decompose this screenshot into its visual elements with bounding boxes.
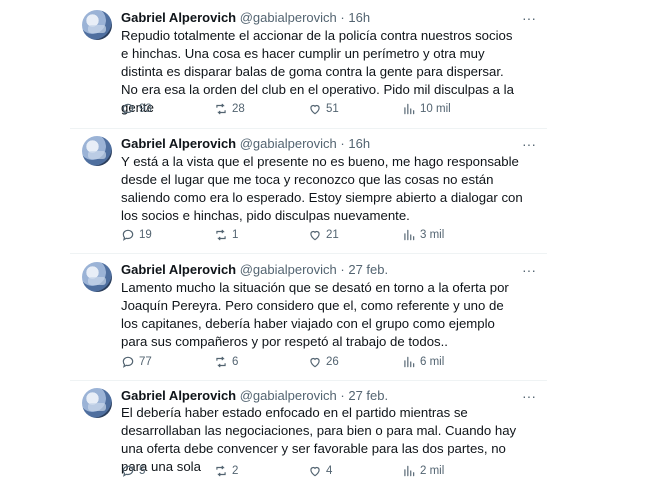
separator-dot: · bbox=[340, 388, 345, 403]
author-name[interactable]: Gabriel Alperovich bbox=[121, 262, 236, 277]
view-count: 10 mil bbox=[420, 103, 451, 115]
view-count: 2 mil bbox=[420, 465, 445, 477]
like-button[interactable]: 21 bbox=[308, 227, 339, 243]
retweet-icon bbox=[214, 102, 228, 116]
tweet-actions: 93 28 51 10 mil bbox=[121, 101, 481, 117]
avatar[interactable] bbox=[82, 388, 112, 418]
timestamp[interactable]: 16h bbox=[348, 10, 370, 25]
retweet-count: 2 bbox=[232, 465, 239, 477]
tweet-text: Y está a la vista que el presente no es … bbox=[121, 154, 523, 223]
retweet-button[interactable]: 1 bbox=[214, 227, 238, 243]
separator-dot: · bbox=[340, 10, 345, 25]
retweet-icon bbox=[214, 355, 228, 369]
tweet[interactable]: Gabriel Alperovich @gabialperovich · 16h… bbox=[70, 0, 547, 129]
reply-count: 93 bbox=[139, 103, 152, 115]
tweet-header: Gabriel Alperovich @gabialperovich · 27 … bbox=[121, 387, 388, 405]
like-count: 26 bbox=[326, 356, 339, 368]
views-chart-icon bbox=[402, 228, 416, 242]
reply-button[interactable]: 19 bbox=[121, 227, 152, 243]
reply-count: 77 bbox=[139, 356, 152, 368]
heart-icon bbox=[308, 228, 322, 242]
reply-count: 19 bbox=[139, 229, 152, 241]
retweet-button[interactable]: 6 bbox=[214, 354, 238, 370]
retweet-button[interactable]: 28 bbox=[214, 101, 245, 117]
like-button[interactable]: 26 bbox=[308, 354, 339, 370]
author-name[interactable]: Gabriel Alperovich bbox=[121, 136, 236, 151]
timestamp[interactable]: 16h bbox=[348, 136, 370, 151]
retweet-count: 6 bbox=[232, 356, 239, 368]
timeline-feed: Gabriel Alperovich @gabialperovich · 16h… bbox=[70, 0, 547, 486]
tweet[interactable]: Gabriel Alperovich @gabialperovich · 16h… bbox=[70, 128, 547, 254]
timestamp[interactable]: 27 feb. bbox=[348, 388, 388, 403]
tweet-actions: 5 2 4 2 mil bbox=[121, 463, 481, 479]
retweet-icon bbox=[214, 464, 228, 478]
more-options-icon[interactable]: ··· bbox=[522, 137, 536, 151]
tweet-header: Gabriel Alperovich @gabialperovich · 16h bbox=[121, 9, 370, 27]
retweet-count: 1 bbox=[232, 229, 239, 241]
retweet-button[interactable]: 2 bbox=[214, 463, 238, 479]
timestamp[interactable]: 27 feb. bbox=[348, 262, 388, 277]
avatar[interactable] bbox=[82, 136, 112, 166]
reply-icon bbox=[121, 228, 135, 242]
tweet-text: Lamento mucho la situación que se desató… bbox=[121, 280, 509, 349]
views-button[interactable]: 2 mil bbox=[402, 463, 444, 479]
author-handle[interactable]: @gabialperovich bbox=[240, 10, 337, 25]
reply-icon bbox=[121, 464, 135, 478]
views-chart-icon bbox=[402, 102, 416, 116]
separator-dot: · bbox=[340, 136, 345, 151]
reply-count: 5 bbox=[139, 465, 146, 477]
views-button[interactable]: 3 mil bbox=[402, 227, 444, 243]
avatar[interactable] bbox=[82, 10, 112, 40]
tweet-actions: 77 6 26 6 mil bbox=[121, 354, 481, 370]
reply-icon bbox=[121, 102, 135, 116]
tweet[interactable]: Gabriel Alperovich @gabialperovich · 27 … bbox=[70, 253, 547, 381]
heart-icon bbox=[308, 102, 322, 116]
views-button[interactable]: 6 mil bbox=[402, 354, 444, 370]
reply-icon bbox=[121, 355, 135, 369]
tweet-actions: 19 1 21 3 mil bbox=[121, 227, 481, 243]
avatar[interactable] bbox=[82, 262, 112, 292]
like-button[interactable]: 4 bbox=[308, 463, 332, 479]
heart-icon bbox=[308, 355, 322, 369]
author-handle[interactable]: @gabialperovich bbox=[240, 262, 337, 277]
more-options-icon[interactable]: ··· bbox=[522, 263, 536, 277]
tweet-header: Gabriel Alperovich @gabialperovich · 27 … bbox=[121, 261, 388, 279]
heart-icon bbox=[308, 464, 322, 478]
more-options-icon[interactable]: ··· bbox=[522, 11, 536, 25]
retweet-count: 28 bbox=[232, 103, 245, 115]
author-handle[interactable]: @gabialperovich bbox=[240, 136, 337, 151]
like-count: 4 bbox=[326, 465, 333, 477]
author-name[interactable]: Gabriel Alperovich bbox=[121, 388, 236, 403]
tweet-header: Gabriel Alperovich @gabialperovich · 16h bbox=[121, 135, 370, 153]
separator-dot: · bbox=[340, 262, 345, 277]
view-count: 3 mil bbox=[420, 229, 445, 241]
reply-button[interactable]: 77 bbox=[121, 354, 152, 370]
views-chart-icon bbox=[402, 355, 416, 369]
reply-button[interactable]: 93 bbox=[121, 101, 152, 117]
tweet[interactable]: Gabriel Alperovich @gabialperovich · 27 … bbox=[70, 380, 547, 486]
view-count: 6 mil bbox=[420, 356, 445, 368]
views-button[interactable]: 10 mil bbox=[402, 101, 451, 117]
reply-button[interactable]: 5 bbox=[121, 463, 145, 479]
retweet-icon bbox=[214, 228, 228, 242]
views-chart-icon bbox=[402, 464, 416, 478]
author-handle[interactable]: @gabialperovich bbox=[240, 388, 337, 403]
more-options-icon[interactable]: ··· bbox=[522, 389, 536, 403]
like-count: 21 bbox=[326, 229, 339, 241]
like-button[interactable]: 51 bbox=[308, 101, 339, 117]
author-name[interactable]: Gabriel Alperovich bbox=[121, 10, 236, 25]
like-count: 51 bbox=[326, 103, 339, 115]
